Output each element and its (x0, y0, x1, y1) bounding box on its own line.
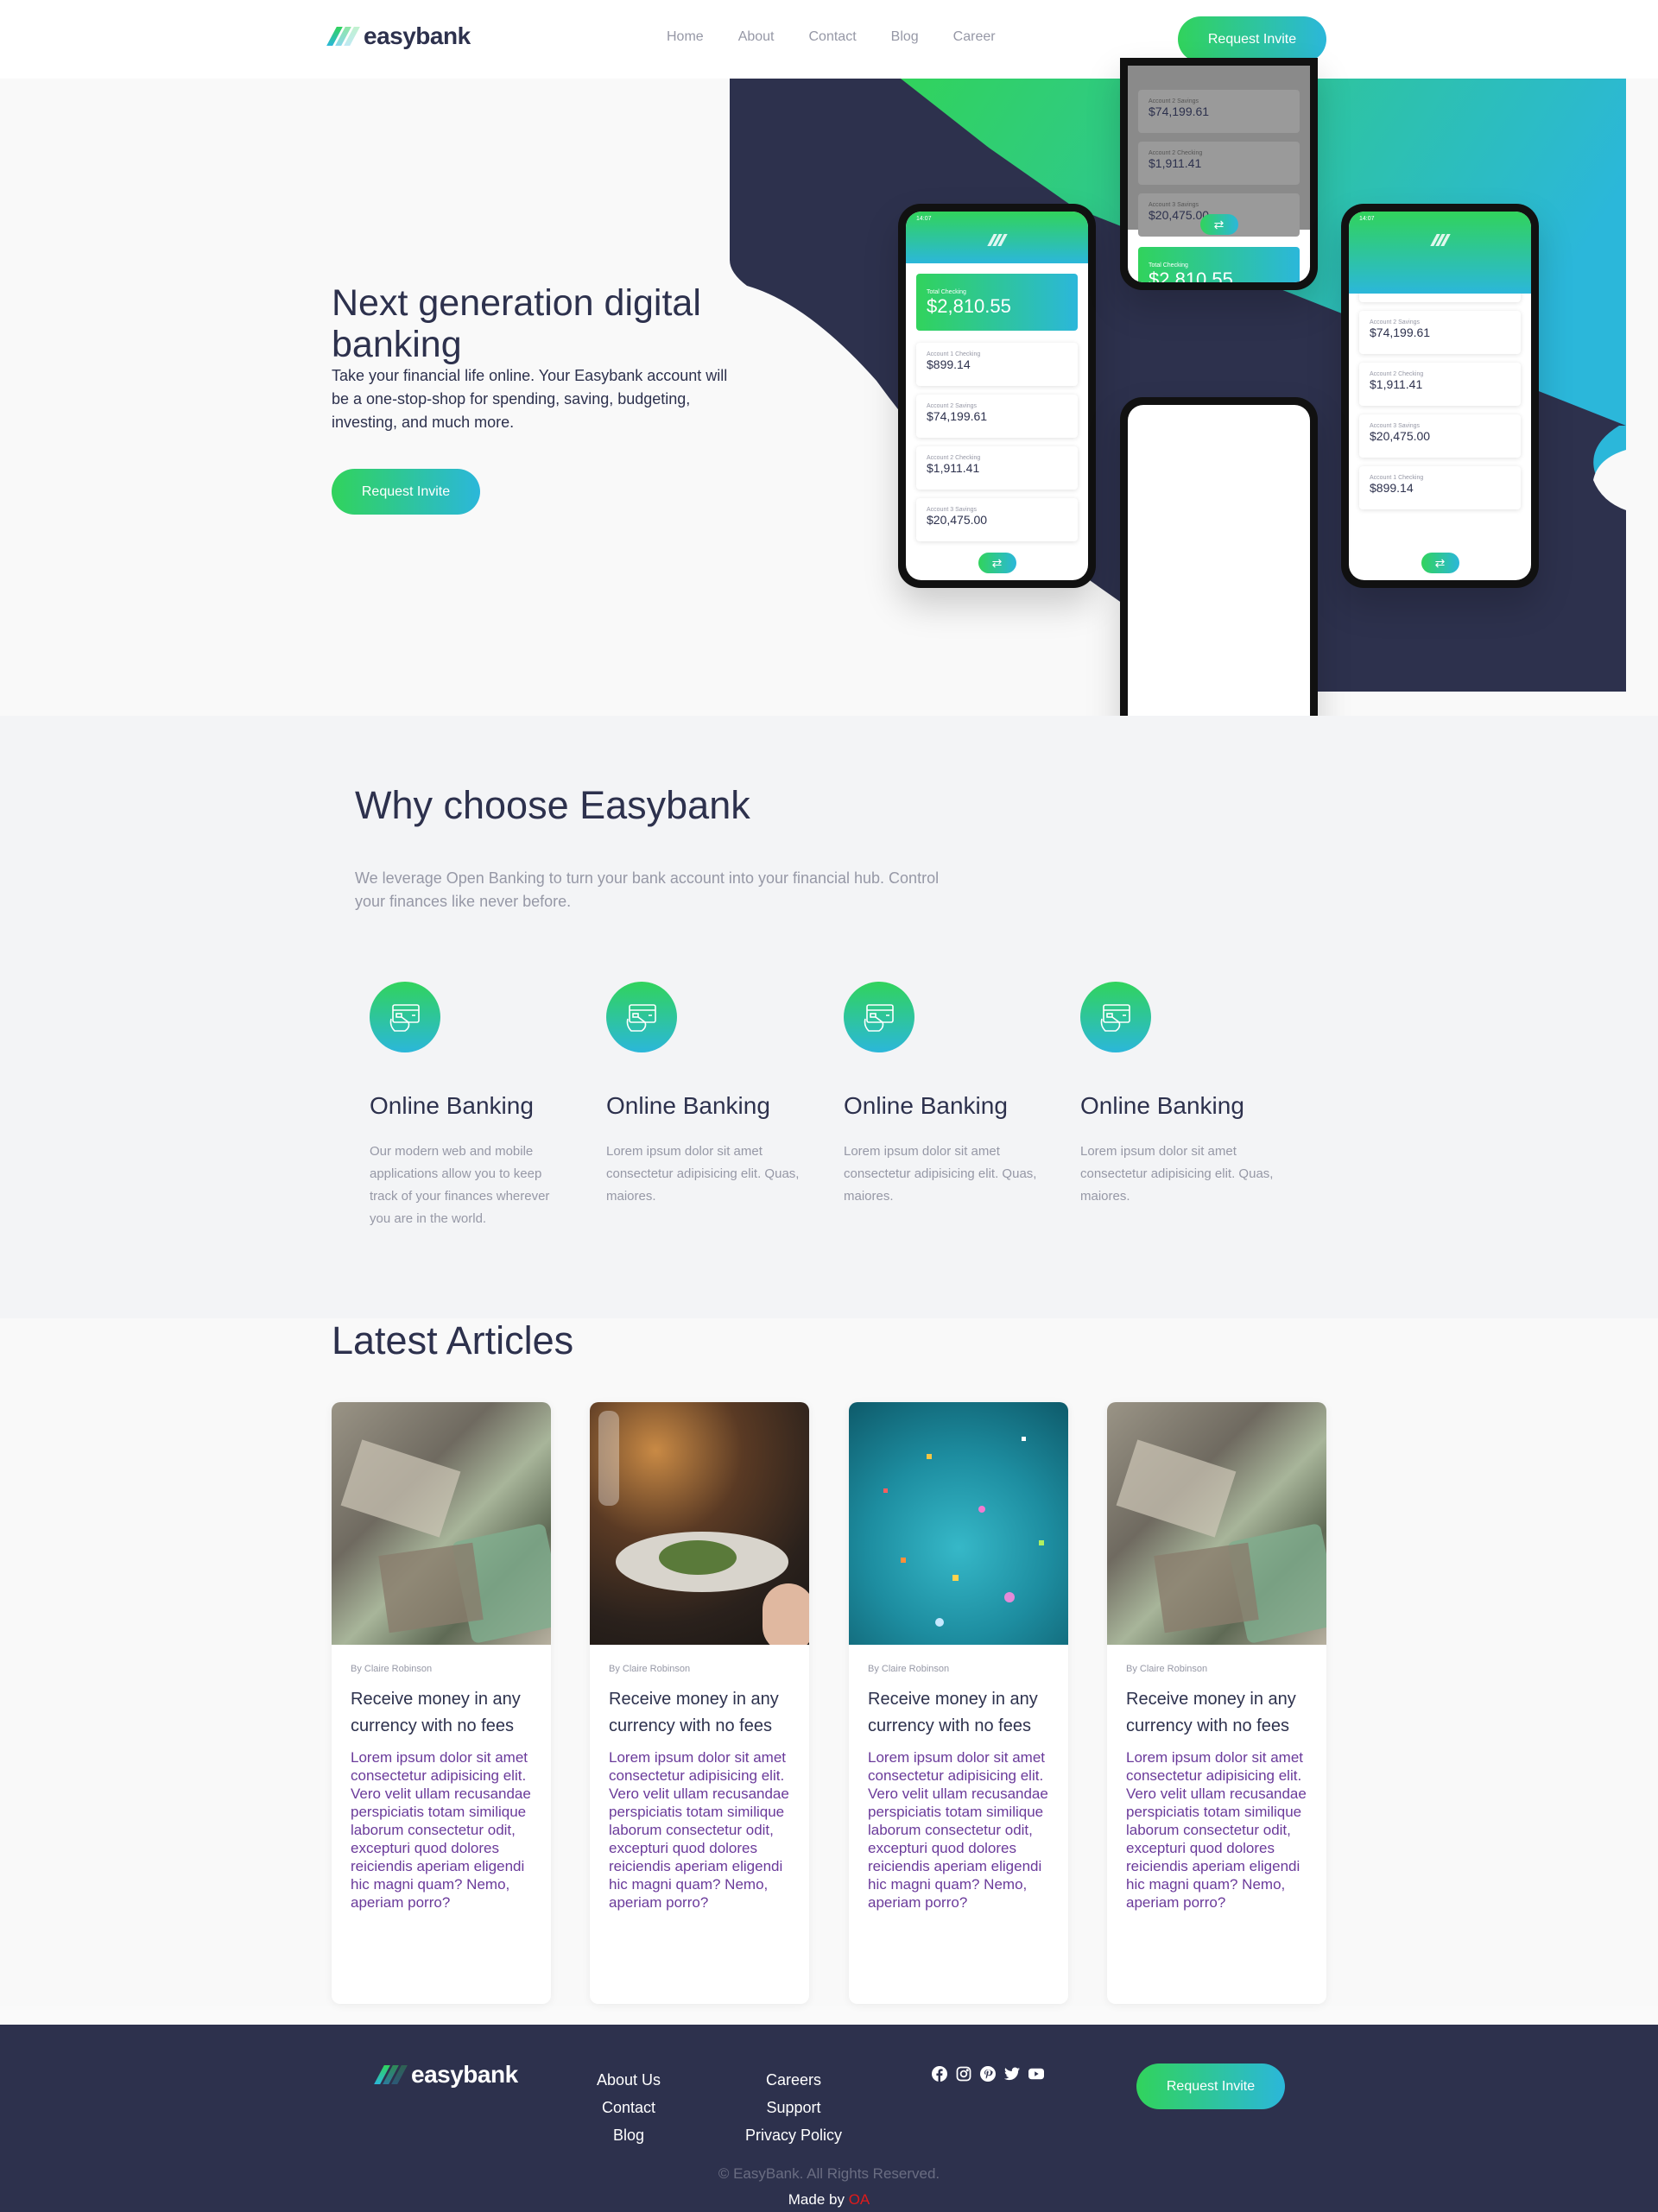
money-photo (1107, 1402, 1326, 1645)
site-footer: easybank About Us Contact Blog Careers S… (0, 2025, 1658, 2212)
header-request-invite-button[interactable]: Request Invite (1178, 16, 1326, 62)
splash-logo-icon (1191, 569, 1247, 607)
footer-link-blog[interactable]: Blog (613, 2126, 644, 2145)
feature-title: Online Banking (370, 1092, 534, 1119)
phone-mockup-right: 14:07 Account 1 Checking$899.14 Account … (1341, 204, 1539, 588)
why-title: Why choose Easybank (355, 783, 750, 827)
article-text: Lorem ipsum dolor sit amet consectetur a… (351, 1749, 531, 1911)
app-logo-icon (986, 234, 1008, 246)
footer-link-contact[interactable]: Contact (602, 2098, 655, 2117)
facebook-icon[interactable] (932, 2066, 947, 2082)
logo-wordmark: easybank (364, 22, 471, 49)
account-row: Account 1 Checking$899.14 (916, 343, 1078, 386)
nav-contact[interactable]: Contact (809, 29, 857, 45)
header-logo[interactable]: easybank (326, 22, 471, 50)
nav-blog[interactable]: Blog (891, 29, 919, 45)
article-card[interactable]: By Claire Robinson Receive money in any … (332, 1402, 551, 2004)
transfer-fab-icon: ⇄ (1421, 553, 1459, 573)
total-checking-card: Total Checking $2,810.55 (1138, 247, 1300, 282)
transfer-fab-icon: ⇄ (978, 553, 1016, 573)
hero-description: Take your financial life online. Your Ea… (332, 367, 728, 431)
articles-title: Latest Articles (332, 1318, 574, 1362)
articles-section: Latest Articles By Claire Robinson Recei… (0, 1318, 1658, 2006)
phone-mockup-left: 14:07 Total Checking $2,810.55 Account 1 … (898, 204, 1096, 588)
feature-title: Online Banking (606, 1092, 770, 1119)
logo-mark-icon (374, 2065, 408, 2084)
logo-wordmark: easybank (411, 2061, 518, 2088)
article-author: By Claire Robinson (868, 1664, 950, 1674)
youtube-icon[interactable] (1028, 2066, 1044, 2082)
online-banking-icon (1080, 982, 1151, 1052)
main-nav: Home About Contact Blog Career (667, 29, 996, 45)
feature-text: Lorem ipsum dolor sit amet consectetur a… (606, 1144, 800, 1204)
account-row: Account 2 Checking $1,911.41 (916, 446, 1078, 490)
site-header: easybank Home About Contact Blog Career … (0, 0, 1658, 79)
why-description: We leverage Open Banking to turn your ba… (355, 869, 940, 910)
nav-about[interactable]: About (738, 29, 775, 45)
footer-link-about-us[interactable]: About Us (597, 2070, 661, 2089)
nav-career[interactable]: Career (953, 29, 996, 45)
feature-text: Lorem ipsum dolor sit amet consectetur a… (844, 1144, 1037, 1204)
feature-card: Online Banking Lorem ipsum dolor sit ame… (1066, 982, 1278, 1208)
account-row: Account 2 Checking $1,911.41 (1359, 363, 1521, 406)
article-card[interactable]: By Claire Robinson Receive money in any … (590, 1402, 809, 2004)
feature-card: Online Banking Lorem ipsum dolor sit ame… (830, 982, 1041, 1208)
article-text: Lorem ipsum dolor sit amet consectetur a… (868, 1749, 1048, 1911)
online-banking-icon (370, 982, 440, 1052)
why-section: Why choose Easybank We leverage Open Ban… (0, 716, 1658, 1318)
phone-mockup-top: Account 2 Savings $74,199.61 Account 2 Ch… (1120, 58, 1318, 290)
article-card[interactable]: By Claire Robinson Receive money in any … (849, 1402, 1068, 2004)
article-author: By Claire Robinson (1126, 1664, 1208, 1674)
feature-card: Online Banking Lorem ipsum dolor sit ame… (592, 982, 804, 1208)
app-logo-icon (1429, 234, 1451, 246)
feature-card: Online Banking Our modern web and mobile… (356, 982, 567, 1230)
article-author: By Claire Robinson (351, 1664, 433, 1674)
article-title[interactable]: Receive money in any currency with no fe… (1126, 1686, 1307, 1740)
logo-mark-icon (326, 27, 360, 46)
instagram-icon[interactable] (956, 2066, 971, 2082)
online-banking-icon (606, 982, 677, 1052)
twitter-icon[interactable] (1004, 2066, 1020, 2082)
footer-link-careers[interactable]: Careers (766, 2070, 821, 2089)
hero-section: Next generation digital banking Take you… (0, 58, 1658, 781)
hero-title: Next generation digital banking (332, 282, 701, 365)
total-checking-card: Total Checking $2,810.55 (916, 274, 1078, 331)
feature-title: Online Banking (1080, 1092, 1244, 1119)
author-link[interactable]: OA (849, 2191, 870, 2208)
article-author: By Claire Robinson (609, 1664, 691, 1674)
account-row: Account 3 Savings $20,475.00 (1359, 414, 1521, 458)
restaurant-photo (590, 1402, 809, 1645)
article-title[interactable]: Receive money in any currency with no fe… (609, 1686, 790, 1740)
transfer-fab-icon: ⇄ (1199, 214, 1238, 235)
money-photo (332, 1402, 551, 1645)
made-by-text: Made by OA (788, 2191, 870, 2208)
social-links (932, 2066, 1044, 2082)
article-title[interactable]: Receive money in any currency with no fe… (351, 1686, 532, 1740)
account-row: Account 1 Checking$899.14 (1359, 466, 1521, 509)
account-row: Account 3 Savings $20,475.00 (916, 498, 1078, 541)
confetti-photo (849, 1402, 1068, 1645)
pinterest-icon[interactable] (980, 2066, 996, 2082)
footer-request-invite-button[interactable]: Request Invite (1136, 2063, 1285, 2109)
feature-title: Online Banking (844, 1092, 1008, 1119)
feature-text: Lorem ipsum dolor sit amet consectetur a… (1080, 1144, 1274, 1204)
footer-link-support[interactable]: Support (766, 2098, 820, 2117)
article-card[interactable]: By Claire Robinson Receive money in any … (1107, 1402, 1326, 2004)
hero-request-invite-button[interactable]: Request Invite (332, 469, 480, 515)
footer-logo[interactable]: easybank (374, 2061, 518, 2089)
copyright-text: © EasyBank. All Rights Reserved. (718, 2165, 940, 2182)
online-banking-icon (844, 982, 914, 1052)
feature-text: Our modern web and mobile applications a… (370, 1144, 550, 1226)
article-title[interactable]: Receive money in any currency with no fe… (868, 1686, 1049, 1740)
account-row: Account 2 Savings $74,199.61 (1359, 311, 1521, 354)
account-row: Account 2 Savings $74,199.61 (916, 395, 1078, 438)
nav-home[interactable]: Home (667, 29, 704, 45)
footer-link-privacy-policy[interactable]: Privacy Policy (745, 2126, 842, 2145)
article-text: Lorem ipsum dolor sit amet consectetur a… (1126, 1749, 1307, 1911)
article-text: Lorem ipsum dolor sit amet consectetur a… (609, 1749, 789, 1911)
